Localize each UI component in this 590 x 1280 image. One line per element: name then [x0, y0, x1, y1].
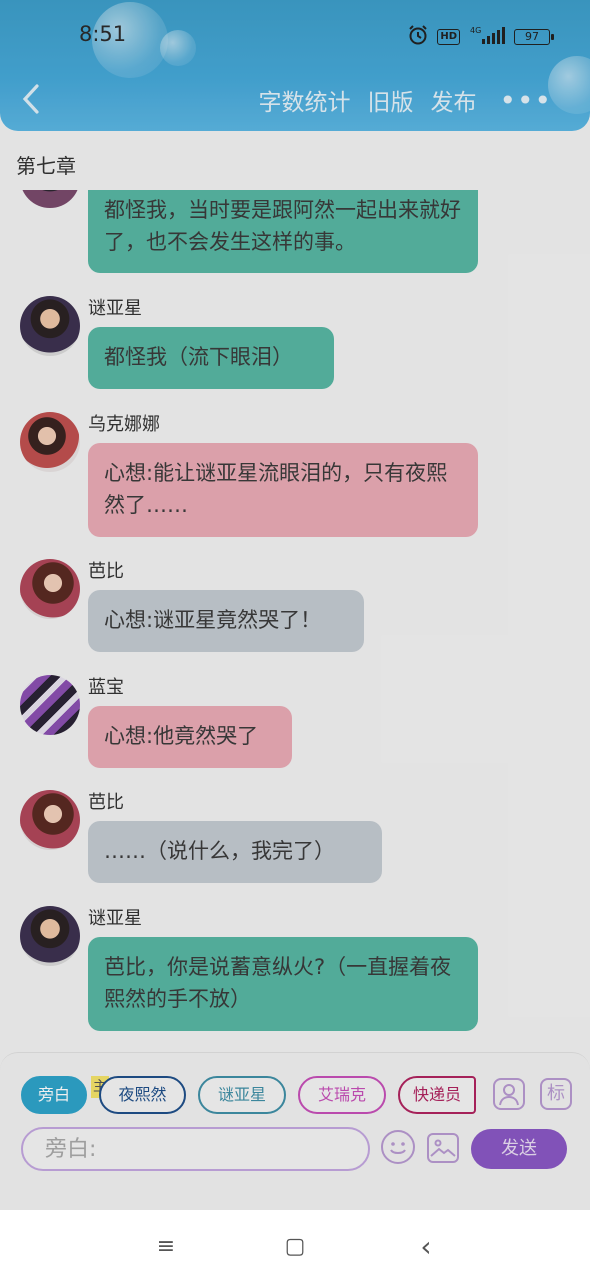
chat-bubble[interactable]: 心想:他竟然哭了 — [88, 706, 292, 768]
character-chip-airuike[interactable]: 艾瑞克 — [298, 1076, 386, 1114]
battery-icon: 97 — [514, 28, 554, 45]
speaker-name: 芭比 — [88, 561, 124, 582]
status-bar-icons: HD 4G 97 — [407, 24, 554, 49]
avatar[interactable] — [20, 190, 80, 208]
character-chip-courier[interactable]: 快递员 — [398, 1076, 476, 1114]
character-chip-yexiran[interactable]: 夜熙然 — [99, 1076, 186, 1114]
old-version-button[interactable]: 旧版 — [367, 83, 413, 117]
image-icon — [430, 1139, 456, 1157]
back-button[interactable] — [20, 82, 46, 118]
app-header: 8:51 HD 4G 97 字数统计 旧版 发布 ••• — [0, 0, 590, 131]
avatar[interactable] — [20, 412, 80, 472]
image-button[interactable] — [427, 1133, 459, 1163]
avatar[interactable] — [20, 790, 80, 850]
chat-bubble[interactable]: 芭比，你是说蓄意纵火?（一直握着夜熙然的手不放） — [88, 937, 478, 1031]
chat-list[interactable]: 都怪我，当时要是跟阿然一起出来就好了，也不会发生这样的事。 谜亚星 都怪我（流下… — [0, 190, 590, 1050]
avatar[interactable] — [20, 675, 80, 735]
chat-bubble[interactable]: ……（说什么，我完了） — [88, 821, 382, 883]
message-input[interactable] — [21, 1127, 370, 1171]
send-button[interactable]: 发送 — [471, 1129, 567, 1169]
word-count-button[interactable]: 字数统计 — [258, 83, 350, 117]
person-icon — [499, 1084, 519, 1106]
alarm-icon — [407, 24, 429, 49]
chat-bubble[interactable]: 心想:谜亚星竟然哭了！ — [88, 590, 364, 652]
header-actions: 字数统计 旧版 发布 ••• — [258, 82, 590, 118]
tag-button[interactable]: 标 — [540, 1078, 572, 1110]
hd-icon: HD — [437, 28, 460, 45]
speaker-name: 乌克娜娜 — [88, 414, 160, 435]
svg-text:4G: 4G — [470, 26, 481, 35]
character-chip-narrator[interactable]: 旁白 — [21, 1076, 87, 1114]
system-navigation-bar: ≡ ▢ ‹ — [0, 1210, 590, 1280]
character-chip-miyaxing[interactable]: 谜亚星 — [198, 1076, 286, 1114]
avatar[interactable] — [20, 906, 80, 966]
speaker-name: 蓝宝 — [88, 677, 124, 698]
menu-icon[interactable]: ≡ — [151, 1232, 181, 1262]
speaker-name: 芭比 — [88, 792, 124, 813]
smiley-icon — [390, 1142, 406, 1154]
publish-button[interactable]: 发布 — [430, 83, 476, 117]
chat-bubble[interactable]: 都怪我（流下眼泪） — [88, 327, 334, 389]
avatar[interactable] — [20, 296, 80, 356]
decor-bubble — [160, 30, 196, 66]
chapter-title: 第七章 — [16, 154, 76, 178]
signal-icon: 4G — [468, 25, 506, 48]
speaker-name: 谜亚星 — [88, 298, 142, 319]
chat-bubble[interactable]: 心想:能让谜亚星流眼泪的，只有夜熙然了…… — [88, 443, 478, 537]
more-options-button[interactable]: ••• — [499, 84, 552, 117]
emoji-button[interactable] — [381, 1130, 415, 1164]
system-back-icon[interactable]: ‹ — [411, 1232, 441, 1262]
character-manage-button[interactable] — [493, 1078, 525, 1110]
chat-bubble[interactable]: 都怪我，当时要是跟阿然一起出来就好了，也不会发生这样的事。 — [88, 190, 478, 273]
status-time: 8:51 — [79, 22, 127, 46]
speaker-name: 谜亚星 — [88, 908, 142, 929]
avatar[interactable] — [20, 559, 80, 619]
chevron-left-icon — [22, 84, 39, 114]
home-icon[interactable]: ▢ — [280, 1232, 310, 1262]
